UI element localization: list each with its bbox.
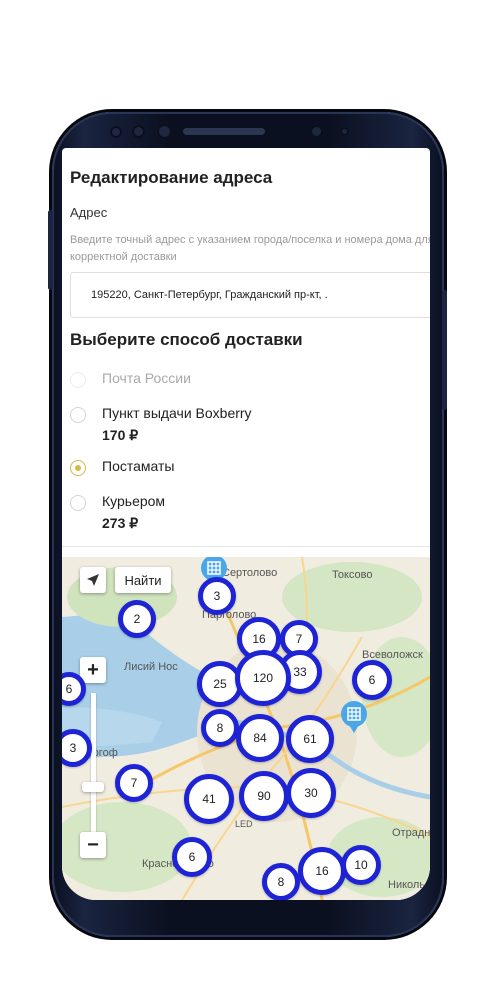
address-input-value[interactable]: 195220, Санкт-Петербург, Гражданский пр-…	[91, 289, 328, 301]
delivery-option-label: Постаматы	[102, 458, 175, 474]
delivery-option-courier[interactable]: Курьером 273 ₽	[70, 493, 370, 537]
phone-front-camera-icon	[157, 124, 172, 139]
map-place-label: Никольское	[388, 879, 430, 891]
map-cluster[interactable]: 61	[286, 715, 334, 763]
delivery-option-label: Почта России	[102, 370, 191, 386]
delivery-option-boxberry[interactable]: Пункт выдачи Boxberry 170 ₽	[70, 405, 370, 449]
address-input[interactable]: 195220, Санкт-Петербург, Гражданский пр-…	[70, 272, 430, 318]
map-place-label: Отрадное	[392, 827, 430, 839]
delivery-option-label: Курьером	[102, 493, 166, 509]
geolocation-button[interactable]	[80, 567, 106, 593]
phone-sensor-icon	[340, 127, 349, 136]
map-cluster[interactable]: 3	[198, 577, 236, 615]
phone-volume-button	[48, 210, 53, 290]
delivery-section-title: Выберите способ доставки	[70, 330, 303, 349]
delivery-option-postamat[interactable]: Постаматы	[70, 458, 370, 478]
parcel-locker-icon	[347, 707, 361, 721]
phone-power-button	[442, 290, 447, 410]
phone-earpiece	[183, 128, 265, 135]
map-cluster[interactable]: 10	[341, 845, 381, 885]
radio-button[interactable]	[70, 407, 86, 423]
zoom-out-button[interactable]: −	[80, 832, 106, 858]
delivery-option-price: 170 ₽	[102, 427, 139, 443]
map-cluster[interactable]: 6	[352, 660, 392, 700]
map-place-label: Лисий Нос	[124, 661, 178, 673]
map-cluster[interactable]: 41	[184, 774, 234, 824]
map-cluster[interactable]: 16	[298, 847, 346, 895]
phone-iris-camera-icon	[310, 125, 323, 138]
map-place-label: Сертолово	[222, 567, 278, 579]
map-cluster[interactable]: 7	[115, 764, 153, 802]
page-title: Редактирование адреса	[70, 168, 273, 187]
address-label: Адрес	[70, 205, 108, 220]
radio-button-selected[interactable]	[70, 460, 86, 476]
phone-screen: Редактирование адреса Адрес Введите точн…	[62, 148, 430, 900]
address-hint: Введите точный адрес с указанием города/…	[70, 234, 430, 263]
zoom-in-button[interactable]: +	[80, 657, 106, 683]
parcel-locker-icon	[207, 561, 221, 575]
phone-sensor-icon	[110, 126, 122, 138]
map-cluster[interactable]: 6	[172, 837, 212, 877]
map-cluster[interactable]: 8	[262, 863, 300, 900]
delivery-option-label: Пункт выдачи Boxberry	[102, 405, 252, 421]
map-cluster[interactable]: 84	[236, 714, 284, 762]
parcel-locker-pin[interactable]	[341, 701, 367, 733]
radio-button[interactable]	[70, 495, 86, 511]
delivery-option-post: Почта России	[70, 370, 370, 390]
map-cluster[interactable]: 2	[118, 600, 156, 638]
map-cluster[interactable]: 90	[239, 771, 289, 821]
map-search-button[interactable]: Найти	[115, 567, 171, 593]
zoom-slider-handle[interactable]	[82, 782, 104, 792]
map-cluster[interactable]: 8	[201, 709, 239, 747]
postamat-map[interactable]: Сертолово Токсово Парголово Лисий Нос Вс…	[62, 557, 430, 900]
zoom-slider[interactable]	[91, 693, 96, 843]
divider	[62, 546, 430, 547]
map-place-label: Токсово	[332, 569, 373, 581]
map-cluster[interactable]: 120	[235, 650, 291, 706]
radio-button	[70, 372, 86, 388]
map-cluster[interactable]: 30	[286, 768, 336, 818]
delivery-option-price: 273 ₽	[102, 515, 139, 531]
phone-sensor-icon	[132, 125, 145, 138]
location-arrow-icon	[87, 574, 99, 586]
map-airport-label: LED	[235, 819, 253, 829]
